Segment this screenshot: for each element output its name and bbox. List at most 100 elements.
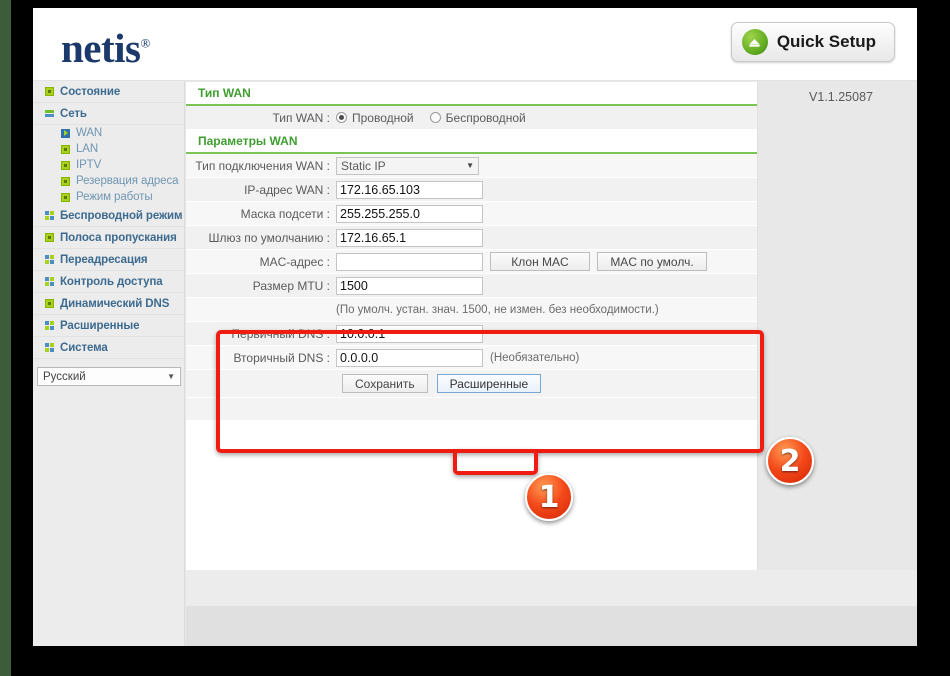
mtu-hint-text: (По умолч. устан. знач. 1500, не измен. … (336, 303, 659, 316)
registered-mark-icon: ® (140, 35, 151, 51)
row-label: Размер MTU : (252, 278, 330, 293)
radio-wired[interactable]: Проводной (336, 111, 414, 125)
primary-dns-input[interactable] (336, 324, 483, 343)
grid-squares-icon (45, 255, 54, 264)
sidebar-item-forwarding[interactable]: Переадресация (33, 249, 184, 271)
sidebar-item-label: Система (60, 341, 108, 354)
row-mtu-hint: (По умолч. устан. знач. 1500, не измен. … (186, 298, 757, 322)
green-dot-icon (61, 192, 70, 202)
left-edge-strip (0, 0, 11, 676)
sidebar-item-network[interactable]: Сеть (33, 103, 184, 125)
green-dot-icon (45, 87, 54, 96)
chevron-down-icon: ▼ (466, 161, 474, 170)
netis-logo: netis® (61, 24, 150, 72)
sidebar-item-dynamic-dns[interactable]: Динамический DNS (33, 293, 184, 315)
sidebar-item-label: Полоса пропускания (60, 231, 177, 244)
mac-address-input[interactable] (336, 252, 483, 271)
row-label: Первичный DNS : (231, 326, 330, 341)
sidebar-item-label: WAN (76, 127, 103, 139)
main-region: V1.1.25087 Тип WAN Тип WAN : Проводной Б… (186, 81, 917, 646)
form-actions: Сохранить Расширенные (186, 370, 757, 398)
green-dot-icon (45, 233, 54, 242)
default-mac-button[interactable]: MAC по умолч. (597, 252, 707, 271)
row-label: Тип WAN : (272, 110, 330, 125)
grid-squares-icon (45, 211, 54, 220)
wan-type-radio-group: Проводной Беспроводной (336, 111, 526, 125)
content-panel: Тип WAN Тип WAN : Проводной Беспроводной (186, 82, 758, 570)
save-button[interactable]: Сохранить (342, 374, 428, 393)
wan-ip-input[interactable] (336, 180, 483, 199)
sidebar-item-system[interactable]: Система (33, 337, 184, 359)
form-tail-row (186, 398, 757, 420)
chevron-down-icon: ▼ (167, 372, 175, 381)
green-blue-bars-icon (45, 109, 54, 118)
browser-page: netis® Quick Setup Состояние Сеть WAN LA… (33, 8, 917, 646)
sidebar-item-label: Динамический DNS (60, 297, 170, 310)
sidebar-item-label: Режим работы (76, 191, 153, 203)
mtu-input[interactable] (336, 276, 483, 295)
quick-setup-button[interactable]: Quick Setup (730, 22, 895, 62)
language-select[interactable]: Русский ▼ (37, 367, 181, 386)
body-area: Состояние Сеть WAN LAN IPTV Резервация а… (33, 81, 917, 646)
row-subnet-mask: Маска подсети : (186, 202, 757, 226)
quick-setup-label: Quick Setup (776, 32, 876, 51)
sidebar-item-label: Беспроводной режим (60, 209, 183, 222)
subnet-mask-input[interactable] (336, 204, 483, 223)
language-select-value: Русский (43, 370, 86, 383)
row-gateway: Шлюз по умолчанию : (186, 226, 757, 250)
sidebar-item-label: LAN (76, 143, 99, 155)
row-mac-address: MAC-адрес : Клон MAC MAC по умолч. (186, 250, 757, 274)
green-dot-icon (61, 144, 70, 154)
radio-label: Беспроводной (445, 110, 526, 125)
green-dot-icon (61, 176, 70, 186)
radio-wireless[interactable]: Беспроводной (429, 110, 526, 125)
sidebar-item-access-control[interactable]: Контроль доступа (33, 271, 184, 293)
row-mtu: Размер MTU : (186, 274, 757, 298)
row-label: Вторичный DNS : (233, 350, 330, 365)
panel-footer (186, 606, 917, 646)
connection-type-select[interactable]: Static IP ▼ (336, 156, 479, 175)
section-header-wan-type: Тип WAN (186, 82, 757, 106)
brand-text: netis (61, 25, 141, 71)
sidebar-item-iptv[interactable]: IPTV (33, 157, 184, 173)
row-wan-ip: IP-адрес WAN : (186, 178, 757, 202)
connection-type-value: Static IP (341, 158, 386, 173)
row-label: Маска подсети : (240, 206, 330, 221)
page-header: netis® Quick Setup (33, 8, 917, 81)
row-wan-type: Тип WAN : Проводной Беспроводной (186, 106, 757, 130)
radio-dot-icon (429, 112, 441, 123)
sidebar-item-label: Переадресация (60, 253, 148, 266)
radio-label: Проводной (352, 110, 414, 125)
row-secondary-dns: Вторичный DNS : (Необязательно) (186, 346, 757, 370)
sidebar-item-wireless[interactable]: Беспроводной режим (33, 205, 184, 227)
sidebar-item-lan[interactable]: LAN (33, 141, 184, 157)
gateway-input[interactable] (336, 228, 483, 247)
sidebar-item-label: Сеть (60, 107, 87, 120)
firmware-version-label: V1.1.25087 (809, 90, 873, 104)
sidebar-item-label: Резервация адреса (76, 175, 179, 187)
sidebar-item-status[interactable]: Состояние (33, 81, 184, 103)
advanced-button[interactable]: Расширенные (436, 374, 542, 393)
row-label: Тип подключения WAN : (195, 158, 330, 173)
secondary-dns-input[interactable] (336, 348, 483, 367)
section-header-wan-params: Параметры WAN (186, 130, 757, 154)
sidebar-item-label: Состояние (60, 85, 121, 98)
sidebar-item-label: Контроль доступа (60, 275, 163, 288)
sidebar-item-address-reservation[interactable]: Резервация адреса (33, 173, 184, 189)
sidebar-item-label: IPTV (76, 159, 102, 171)
panel-spacer-light (186, 570, 917, 606)
green-dot-icon (45, 299, 54, 308)
grid-squares-icon (45, 277, 54, 286)
sidebar-item-operation-mode[interactable]: Режим работы (33, 189, 184, 205)
clone-mac-button[interactable]: Клон MAC (490, 252, 590, 271)
sidebar-item-label: Расширенные (60, 319, 140, 332)
blue-play-icon (61, 128, 70, 138)
sidebar-item-wan[interactable]: WAN (33, 125, 184, 141)
radio-dot-icon (336, 112, 347, 123)
row-connection-type: Тип подключения WAN : Static IP ▼ (186, 154, 757, 178)
row-label: MAC-адрес : (259, 254, 330, 269)
sidebar-item-bandwidth[interactable]: Полоса пропускания (33, 227, 184, 249)
secondary-dns-hint-text: (Необязательно) (490, 351, 580, 364)
sidebar-item-advanced[interactable]: Расширенные (33, 315, 184, 337)
row-label: IP-адрес WAN : (244, 182, 330, 197)
